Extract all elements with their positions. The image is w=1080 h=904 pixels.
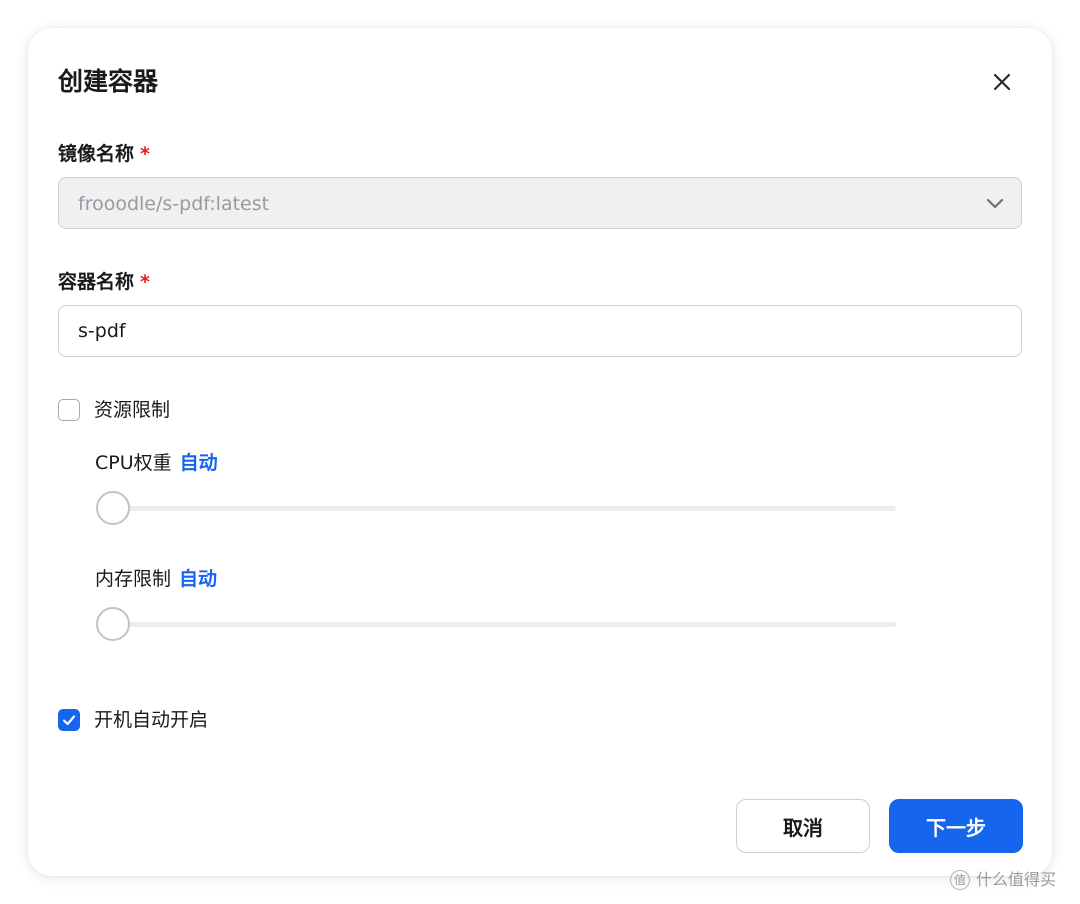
close-icon [993, 73, 1011, 91]
memory-limit-label-text: 内存限制 [95, 568, 172, 590]
resource-limit-label: 资源限制 [94, 399, 171, 421]
watermark: 值 什么值得买 [950, 868, 1056, 892]
cpu-weight-slider[interactable] [96, 491, 896, 527]
container-name-input[interactable] [58, 305, 1022, 357]
container-name-label-text: 容器名称 [58, 271, 135, 293]
image-name-select[interactable]: frooodle/s-pdf:latest [58, 177, 1022, 229]
slider-thumb[interactable] [96, 607, 130, 641]
create-container-dialog: 创建容器 镜像名称* frooodle/s-pdf:latest 容器名称* 资… [28, 28, 1052, 876]
checkmark-icon [62, 715, 76, 726]
cpu-weight-label: CPU权重 自动 [95, 449, 218, 477]
slider-thumb[interactable] [96, 491, 130, 525]
autostart-checkbox[interactable] [58, 709, 80, 731]
next-step-button[interactable]: 下一步 [889, 799, 1023, 853]
resource-limit-row: 资源限制 [58, 396, 170, 424]
cpu-weight-label-text: CPU权重 [95, 452, 172, 474]
slider-track [114, 506, 896, 511]
chevron-down-icon [986, 198, 1004, 209]
cpu-auto-link[interactable]: 自动 [180, 452, 218, 474]
autostart-row: 开机自动开启 [58, 706, 208, 734]
dialog-title: 创建容器 [58, 67, 159, 96]
image-name-label: 镜像名称 * [58, 140, 150, 168]
watermark-text: 什么值得买 [976, 870, 1057, 889]
image-name-value: frooodle/s-pdf:latest [78, 193, 270, 215]
close-button[interactable] [986, 66, 1018, 98]
resource-limit-checkbox[interactable] [58, 399, 80, 421]
cancel-button[interactable]: 取消 [736, 799, 870, 853]
required-mark: * [140, 271, 150, 293]
memory-auto-link[interactable]: 自动 [179, 568, 217, 590]
slider-track [114, 622, 896, 627]
watermark-logo-icon: 值 [950, 870, 970, 890]
autostart-label: 开机自动开启 [94, 709, 209, 731]
memory-limit-label: 内存限制 自动 [95, 565, 217, 593]
image-name-label-text: 镜像名称 [58, 143, 135, 165]
container-name-label: 容器名称 * [58, 268, 150, 296]
memory-limit-slider[interactable] [96, 607, 896, 643]
required-mark: * [140, 143, 150, 165]
